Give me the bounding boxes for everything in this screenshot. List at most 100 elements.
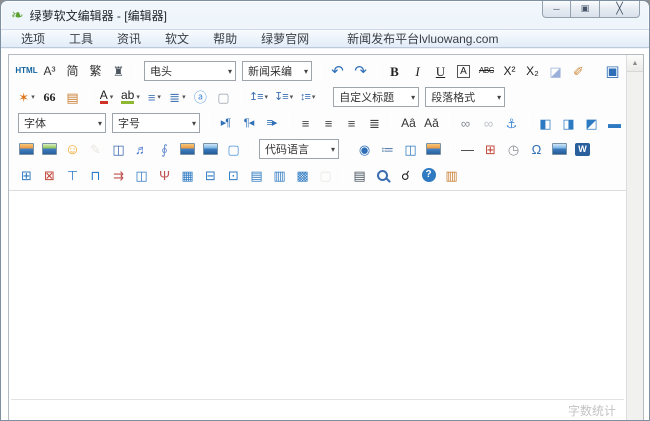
delete-row-button[interactable]: ⊡ <box>223 165 244 186</box>
scroll-track[interactable] <box>627 72 643 420</box>
line-spacing-button[interactable]: ↧≡ ▾ <box>272 87 295 108</box>
indent-first-line-button[interactable]: ▸¶ <box>215 113 236 134</box>
table-header-style-button[interactable]: ▦ <box>177 165 198 186</box>
print-button[interactable]: ▤ <box>349 165 370 186</box>
table-rows-button[interactable]: ▤ <box>246 165 267 186</box>
find-replace-button[interactable]: ☌ <box>395 165 416 186</box>
one-key-optimize-button[interactable]: ✶ ▾ <box>16 87 37 108</box>
attachment-button[interactable]: ∮ <box>154 139 175 160</box>
custom-title-select[interactable]: 自定义标题 ▾ <box>333 87 420 107</box>
menu-item-tools[interactable]: 工具 <box>63 30 99 47</box>
align-justify-button[interactable]: ≣ <box>364 113 385 134</box>
vertical-scrollbar[interactable]: ▲ <box>626 55 643 420</box>
underline-button[interactable]: U <box>430 61 451 82</box>
insert-page-button[interactable]: ▢ <box>223 139 244 160</box>
eraser-button[interactable]: ◪ <box>545 61 566 82</box>
menu-item-options[interactable]: 选项 <box>15 30 51 47</box>
image-inline-button[interactable]: ◨ <box>558 113 579 134</box>
insert-table-button[interactable]: ⊞ <box>16 165 37 186</box>
insert-column-button[interactable]: ◫ <box>131 165 152 186</box>
special-character-button[interactable]: Ω <box>526 139 547 160</box>
minimize-button[interactable]: ─ <box>542 1 571 18</box>
insert-music-button[interactable]: ♬ <box>131 139 152 160</box>
news-style-select[interactable]: 新闻采编 ▾ <box>242 61 312 81</box>
help-button[interactable]: ? <box>418 165 439 186</box>
undo-button[interactable]: ↶ <box>327 61 348 82</box>
align-center-button[interactable]: ≡ <box>318 113 339 134</box>
superscript-button[interactable]: X² <box>499 61 520 82</box>
insert-link-button[interactable]: ∞ <box>455 113 476 134</box>
paragraph-spacing-button[interactable]: ↕≡ ▾ <box>297 87 318 108</box>
insert-header-row-button[interactable]: ⊓ <box>85 165 106 186</box>
insert-image-button[interactable] <box>16 139 37 160</box>
paragraph-format-select[interactable]: 段落格式 ▾ <box>425 87 506 107</box>
unordered-list-button[interactable]: ≣ ▾ <box>167 87 188 108</box>
dateline-select[interactable]: 电头 ▾ <box>144 61 236 81</box>
align-right-button[interactable]: ≡ <box>341 113 362 134</box>
menu-item-help[interactable]: 帮助 <box>207 30 243 47</box>
paragraph-align-button[interactable]: ↥≡ ▾ <box>247 87 270 108</box>
menu-item-publish-platform[interactable]: 新闻发布平台lvluowang.com <box>341 30 504 47</box>
image-manager-button[interactable] <box>177 139 198 160</box>
maximize-button[interactable]: ▣ <box>571 1 600 18</box>
table-title-button[interactable]: ⊤ <box>62 165 83 186</box>
merge-cells-button[interactable]: ⇉ <box>108 165 129 186</box>
highlight-color-button[interactable]: ab ▾ <box>119 87 142 108</box>
anchor-button[interactable]: ⚓ <box>501 113 522 134</box>
blockquote-button[interactable]: 66 <box>39 87 60 108</box>
to-traditional-button[interactable]: 繁 <box>85 61 106 82</box>
close-button[interactable]: ╳ <box>600 1 640 18</box>
strikethrough-button[interactable]: ABC <box>476 61 497 82</box>
clear-format-button[interactable]: ✐ <box>568 61 589 82</box>
to-lowercase-button[interactable]: Aǎ <box>421 113 442 134</box>
insert-iframe-button[interactable]: ◫ <box>400 139 421 160</box>
image-block-button[interactable]: ▬ <box>604 113 625 134</box>
table-full-button[interactable]: ▩ <box>292 165 313 186</box>
emoticon-button[interactable]: ☺ <box>62 139 83 160</box>
insert-code-button[interactable]: ◉ <box>354 139 375 160</box>
split-cells-button[interactable]: Ψ <box>154 165 175 186</box>
insert-time-button[interactable]: ◷ <box>503 139 524 160</box>
menu-item-news[interactable]: 资讯 <box>111 30 147 47</box>
image-float-right-button[interactable]: ◩ <box>581 113 602 134</box>
char-border-button[interactable]: A <box>453 61 474 82</box>
scroll-up-button[interactable]: ▲ <box>627 55 643 72</box>
menu-item-official-site[interactable]: 绿萝官网 <box>255 30 315 47</box>
multi-image-upload-button[interactable] <box>39 139 60 160</box>
new-document-button[interactable]: ▢ <box>213 87 234 108</box>
hanging-indent-button[interactable]: ¶◂ <box>238 113 259 134</box>
bold-button[interactable]: B <box>384 61 405 82</box>
paste-plain-button[interactable]: ▥ <box>441 165 462 186</box>
code-snippet-button[interactable]: ≔ <box>377 139 398 160</box>
remove-link-button[interactable]: ∞ <box>478 113 499 134</box>
map-button[interactable] <box>549 139 570 160</box>
auto-typeset-button[interactable]: A³ <box>39 61 60 82</box>
insert-video-button[interactable]: ◫ <box>108 139 129 160</box>
indent-button[interactable]: ≡▸ <box>261 113 282 134</box>
word-image-button[interactable]: W <box>572 139 593 160</box>
horizontal-rule-button[interactable]: — <box>457 139 478 160</box>
align-left-button[interactable]: ≡ <box>295 113 316 134</box>
insert-date-button[interactable]: ⊞ <box>480 139 501 160</box>
subscript-button[interactable]: X₂ <box>522 61 543 82</box>
delete-table-button[interactable]: ⊠ <box>39 165 60 186</box>
table-columns-button[interactable]: ▥ <box>269 165 290 186</box>
font-family-select[interactable]: 字体 ▾ <box>18 113 106 133</box>
to-simplified-button[interactable]: 简 <box>62 61 83 82</box>
remote-image-button[interactable] <box>423 139 444 160</box>
menu-item-soft-articles[interactable]: 软文 <box>159 30 195 47</box>
preview-screen-button[interactable]: ▣ <box>602 61 623 82</box>
html-source-button[interactable]: HTML <box>15 61 37 82</box>
to-uppercase-button[interactable]: Aâ <box>398 113 419 134</box>
insert-row-button[interactable]: ⊟ <box>200 165 221 186</box>
italic-button[interactable]: I <box>407 61 428 82</box>
ordered-list-button[interactable]: ≡ ▾ <box>144 87 165 108</box>
redo-button[interactable]: ↷ <box>350 61 371 82</box>
auto-anchor-button[interactable]: ⓐ <box>190 87 211 108</box>
background-image-button[interactable] <box>200 139 221 160</box>
print-preview-button[interactable] <box>372 165 393 186</box>
editing-area[interactable] <box>9 191 626 399</box>
font-color-button[interactable]: A ▾ <box>96 87 117 108</box>
image-float-left-button[interactable]: ◧ <box>535 113 556 134</box>
paste-as-text-button[interactable]: ▤ <box>62 87 83 108</box>
